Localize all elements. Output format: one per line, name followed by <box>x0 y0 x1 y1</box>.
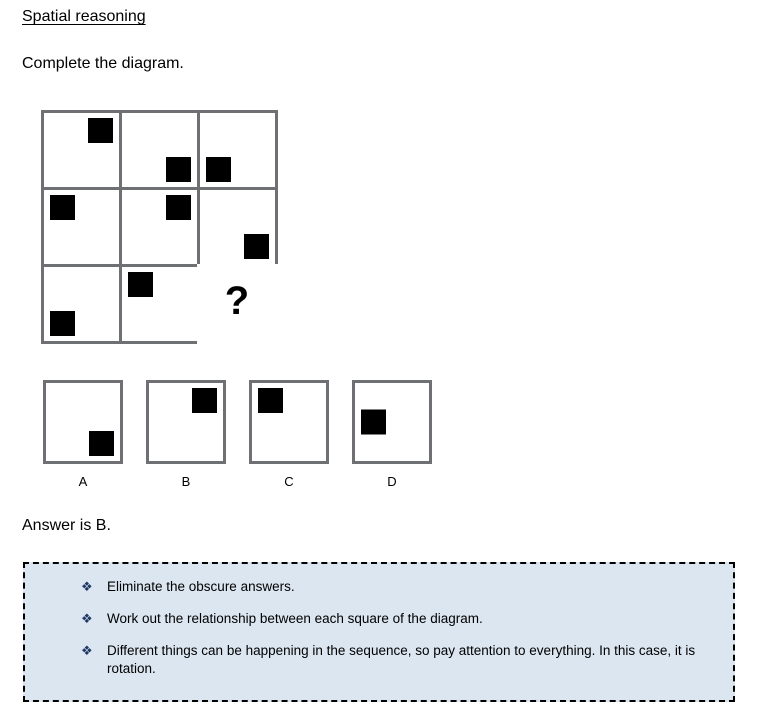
matrix-cell-r3c2 <box>118 263 200 344</box>
matrix-cell-r3c1 <box>40 263 122 344</box>
black-square-icon <box>192 388 217 413</box>
matrix-cell-r1c1 <box>40 109 122 190</box>
black-square-icon <box>49 310 75 336</box>
tip-item: ❖ Different things can be happening in t… <box>43 642 715 678</box>
option-d[interactable]: D <box>352 380 432 490</box>
tip-item: ❖ Work out the relationship between each… <box>43 610 715 628</box>
black-square-icon <box>49 194 75 220</box>
matrix-cell-r1c2 <box>118 109 200 190</box>
tip-item: ❖ Eliminate the obscure answers. <box>43 578 715 596</box>
black-square-icon <box>205 156 231 182</box>
black-square-icon <box>258 388 283 413</box>
option-a-box[interactable] <box>43 380 123 464</box>
option-d-label: D <box>387 474 397 489</box>
black-square-icon <box>127 271 153 297</box>
tip-text: Different things can be happening in the… <box>107 643 696 676</box>
black-square-icon <box>165 194 191 220</box>
option-a-label: A <box>78 474 88 489</box>
black-square-icon <box>165 156 191 182</box>
tip-text: Eliminate the obscure answers. <box>107 579 295 594</box>
answer-options: A B C D <box>43 380 433 490</box>
matrix-diagram: ? <box>40 109 278 344</box>
option-c-label: C <box>284 474 294 489</box>
option-b-box[interactable] <box>146 380 226 464</box>
option-c[interactable]: C <box>249 380 329 490</box>
diamond-bullet-icon: ❖ <box>81 643 93 658</box>
answer-statement: Answer is B. <box>22 517 111 534</box>
option-b[interactable]: B <box>146 380 226 490</box>
tip-text: Work out the relationship between each s… <box>107 611 483 626</box>
option-b-label: B <box>181 474 191 489</box>
black-square-icon <box>89 431 114 456</box>
matrix-cell-r3c3-missing: ? <box>196 263 278 344</box>
question-mark-icon: ? <box>224 278 250 323</box>
option-c-box[interactable] <box>249 380 329 464</box>
matrix-cell-r2c1 <box>40 186 122 267</box>
tips-box: ❖ Eliminate the obscure answers. ❖ Work … <box>23 562 735 702</box>
option-d-box[interactable] <box>352 380 432 464</box>
black-square-icon <box>87 117 113 143</box>
instruction-text: Complete the diagram. <box>22 55 184 72</box>
matrix-cell-r2c2 <box>118 186 200 267</box>
diamond-bullet-icon: ❖ <box>81 611 93 626</box>
matrix-cell-r1c3 <box>196 109 278 190</box>
option-a[interactable]: A <box>43 380 123 490</box>
black-square-icon <box>243 233 269 259</box>
black-square-icon <box>361 409 386 435</box>
diamond-bullet-icon: ❖ <box>81 579 93 594</box>
page-title: Spatial reasoning <box>22 8 146 25</box>
matrix-cell-r2c3 <box>196 186 278 267</box>
